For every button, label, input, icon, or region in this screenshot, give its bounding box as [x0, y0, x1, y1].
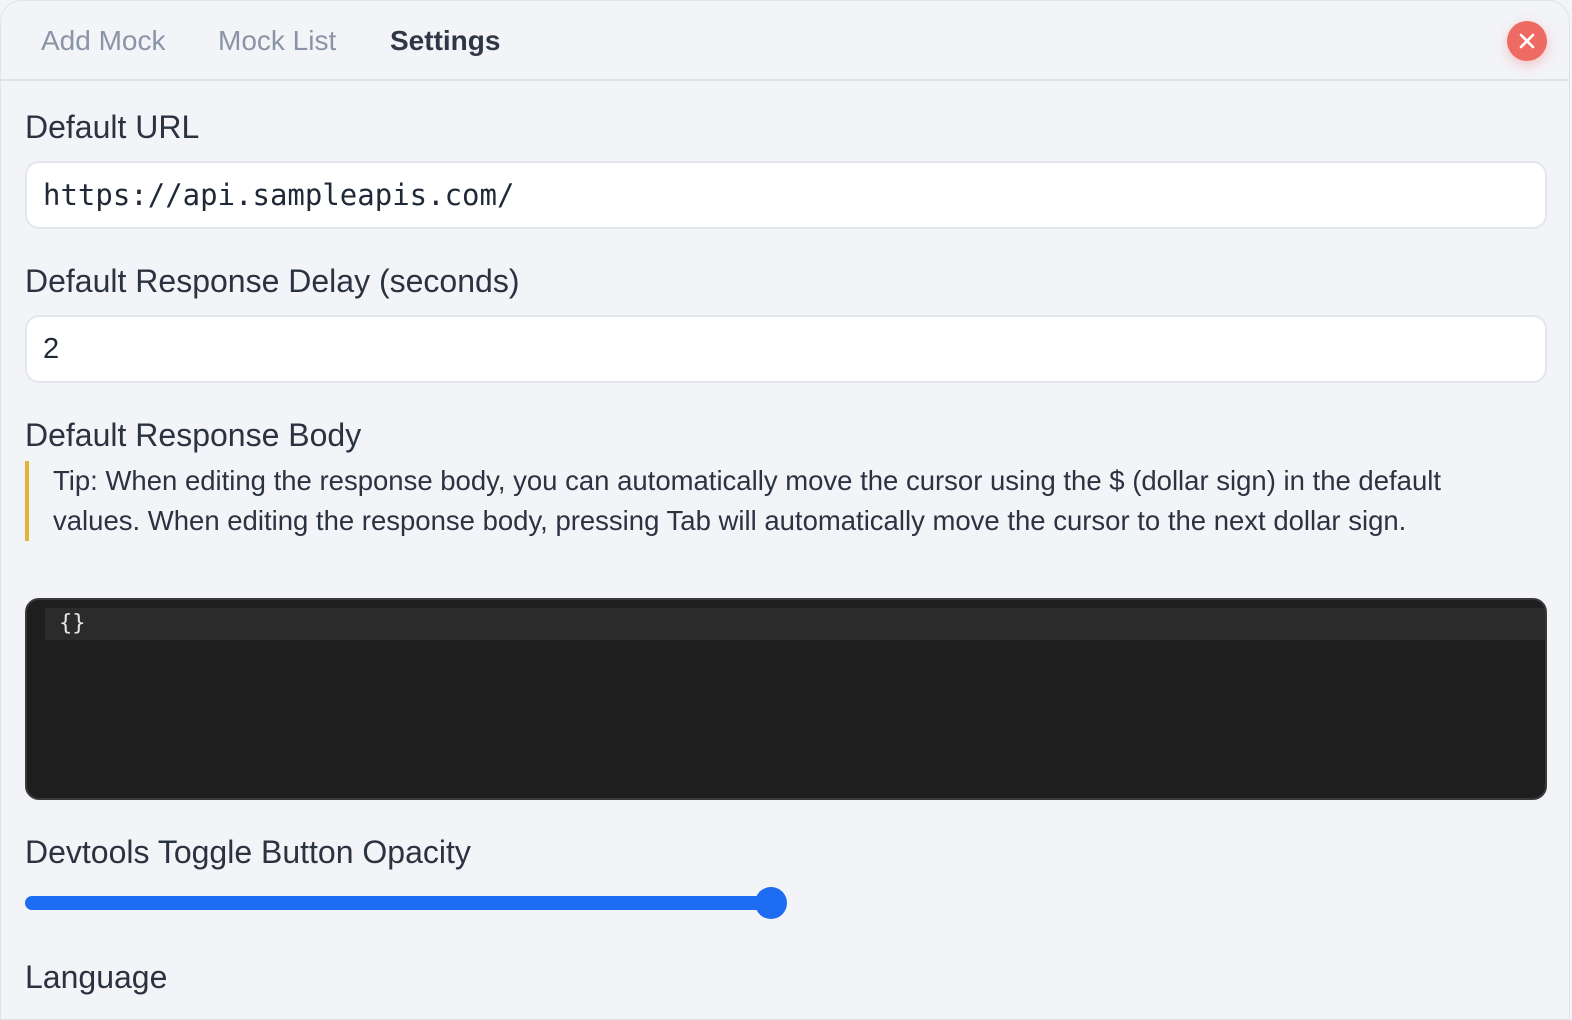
response-body-tip: Tip: When editing the response body, you…: [25, 461, 1525, 541]
response-body-editor[interactable]: {}: [25, 598, 1547, 800]
tab-mock-list[interactable]: Mock List: [218, 23, 336, 59]
response-delay-input[interactable]: [25, 315, 1547, 383]
tab-bar: Add Mock Mock List Settings: [1, 1, 1569, 81]
close-icon: [1519, 33, 1535, 49]
default-url-input[interactable]: [25, 161, 1547, 229]
toggle-opacity-label: Devtools Toggle Button Opacity: [25, 834, 471, 870]
tab-add-mock[interactable]: Add Mock: [41, 23, 166, 59]
close-button[interactable]: [1507, 21, 1547, 61]
slider-thumb[interactable]: [755, 887, 787, 919]
response-delay-label: Default Response Delay (seconds): [25, 263, 520, 299]
editor-code-line: {}: [45, 608, 1545, 640]
toggle-opacity-slider[interactable]: [25, 887, 787, 919]
tab-settings[interactable]: Settings: [390, 23, 500, 59]
settings-panel: Add Mock Mock List Settings Default URL …: [0, 0, 1570, 1020]
language-label: Language: [25, 959, 168, 995]
default-url-label: Default URL: [25, 109, 200, 145]
response-body-label: Default Response Body: [25, 417, 362, 453]
slider-track: [25, 896, 771, 910]
